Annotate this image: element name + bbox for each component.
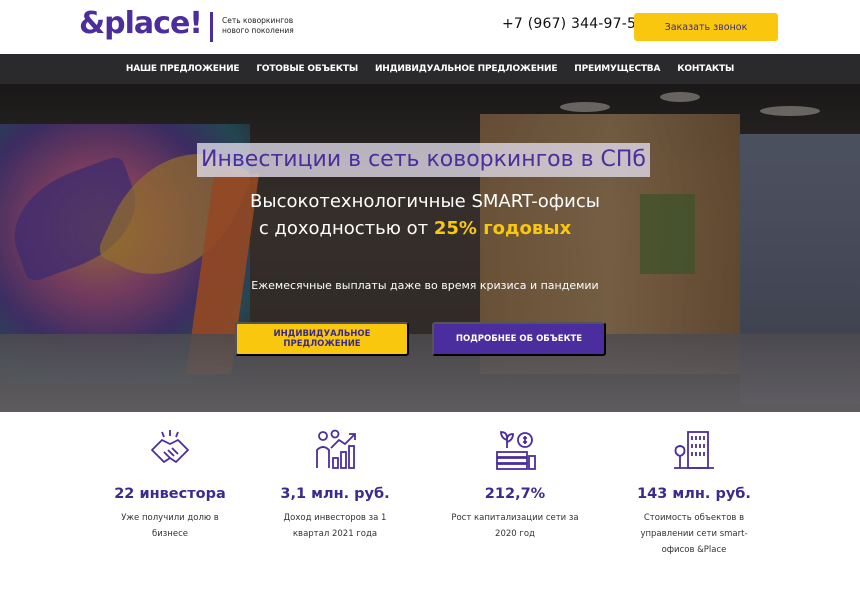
- stat-capitalization: 212,7% Рост капитализации сети за 2020 г…: [435, 428, 595, 542]
- nav-item-offer[interactable]: НАШЕ ПРЕДЛОЖЕНИЕ: [126, 64, 240, 74]
- stat-description: Стоимость объектов в управлении сети sma…: [640, 513, 748, 555]
- hero-section: Инвестиции в сеть коворкингов в СПб Высо…: [0, 84, 860, 412]
- money-growth-icon: [496, 431, 536, 470]
- hero-title: Инвестиции в сеть коворкингов в СПб: [197, 143, 650, 177]
- stat-description: Уже получили долю в бизнесе: [121, 513, 219, 539]
- nav-item-individual-offer[interactable]: ИНДИВИДУАЛЬНОЕ ПРЕДЛОЖЕНИЕ: [375, 64, 558, 74]
- nav-item-ready-objects[interactable]: ГОТОВЫЕ ОБЪЕКТЫ: [256, 64, 358, 74]
- stat-investors: 22 инвестора Уже получили долю в бизнесе: [90, 428, 250, 542]
- logo[interactable]: &place!: [79, 7, 203, 41]
- nav-item-contacts[interactable]: КОНТАКТЫ: [677, 64, 734, 74]
- main-nav: НАШЕ ПРЕДЛОЖЕНИЕ ГОТОВЫЕ ОБЪЕКТЫ ИНДИВИД…: [0, 54, 860, 84]
- stat-value: 212,7%: [484, 486, 546, 502]
- stat-description: Доход инвесторов за 1 квартал 2021 года: [283, 513, 387, 539]
- building-icon: [674, 431, 714, 469]
- site-header: &place! Сеть коворкингов нового поколени…: [0, 0, 860, 54]
- hero-note: Ежемесячные выплаты даже во время кризис…: [251, 279, 599, 292]
- growth-chart-icon: [316, 429, 356, 469]
- stat-value: 3,1 млн. руб.: [280, 486, 390, 502]
- hero-subtitle-line1: Высокотехнологичные SMART-офисы: [250, 191, 600, 212]
- hero-subtitle-prefix: с доходностью от: [258, 218, 434, 239]
- stat-description: Рост капитализации сети за 2020 год: [451, 513, 579, 539]
- hero-subtitle-line2: с доходностью от 25% годовых: [0, 218, 830, 239]
- stat-value: 143 млн. руб.: [637, 486, 751, 502]
- handshake-icon: [151, 430, 189, 463]
- logo-divider: [210, 12, 213, 42]
- nav-item-advantages[interactable]: ПРЕИМУЩЕСТВА: [574, 64, 660, 74]
- phone-number[interactable]: +7 (967) 344-97-54: [502, 16, 645, 32]
- tagline: Сеть коворкингов нового поколения: [222, 16, 294, 35]
- hero-overlay: [0, 84, 860, 412]
- object-details-button[interactable]: ПОДРОБНЕЕ ОБ ОБЪЕКТЕ: [432, 322, 606, 356]
- stat-assets: 143 млн. руб. Стоимость объектов в управ…: [614, 428, 774, 558]
- stat-income: 3,1 млн. руб. Доход инвесторов за 1 квар…: [255, 428, 415, 542]
- callback-button[interactable]: Заказать звонок: [634, 13, 778, 41]
- stat-value: 22 инвестора: [114, 486, 226, 502]
- hero-yield-highlight: 25% годовых: [433, 218, 572, 239]
- individual-offer-button[interactable]: ИНДИВИДУАЛЬНОЕ ПРЕДЛОЖЕНИЕ: [235, 322, 409, 356]
